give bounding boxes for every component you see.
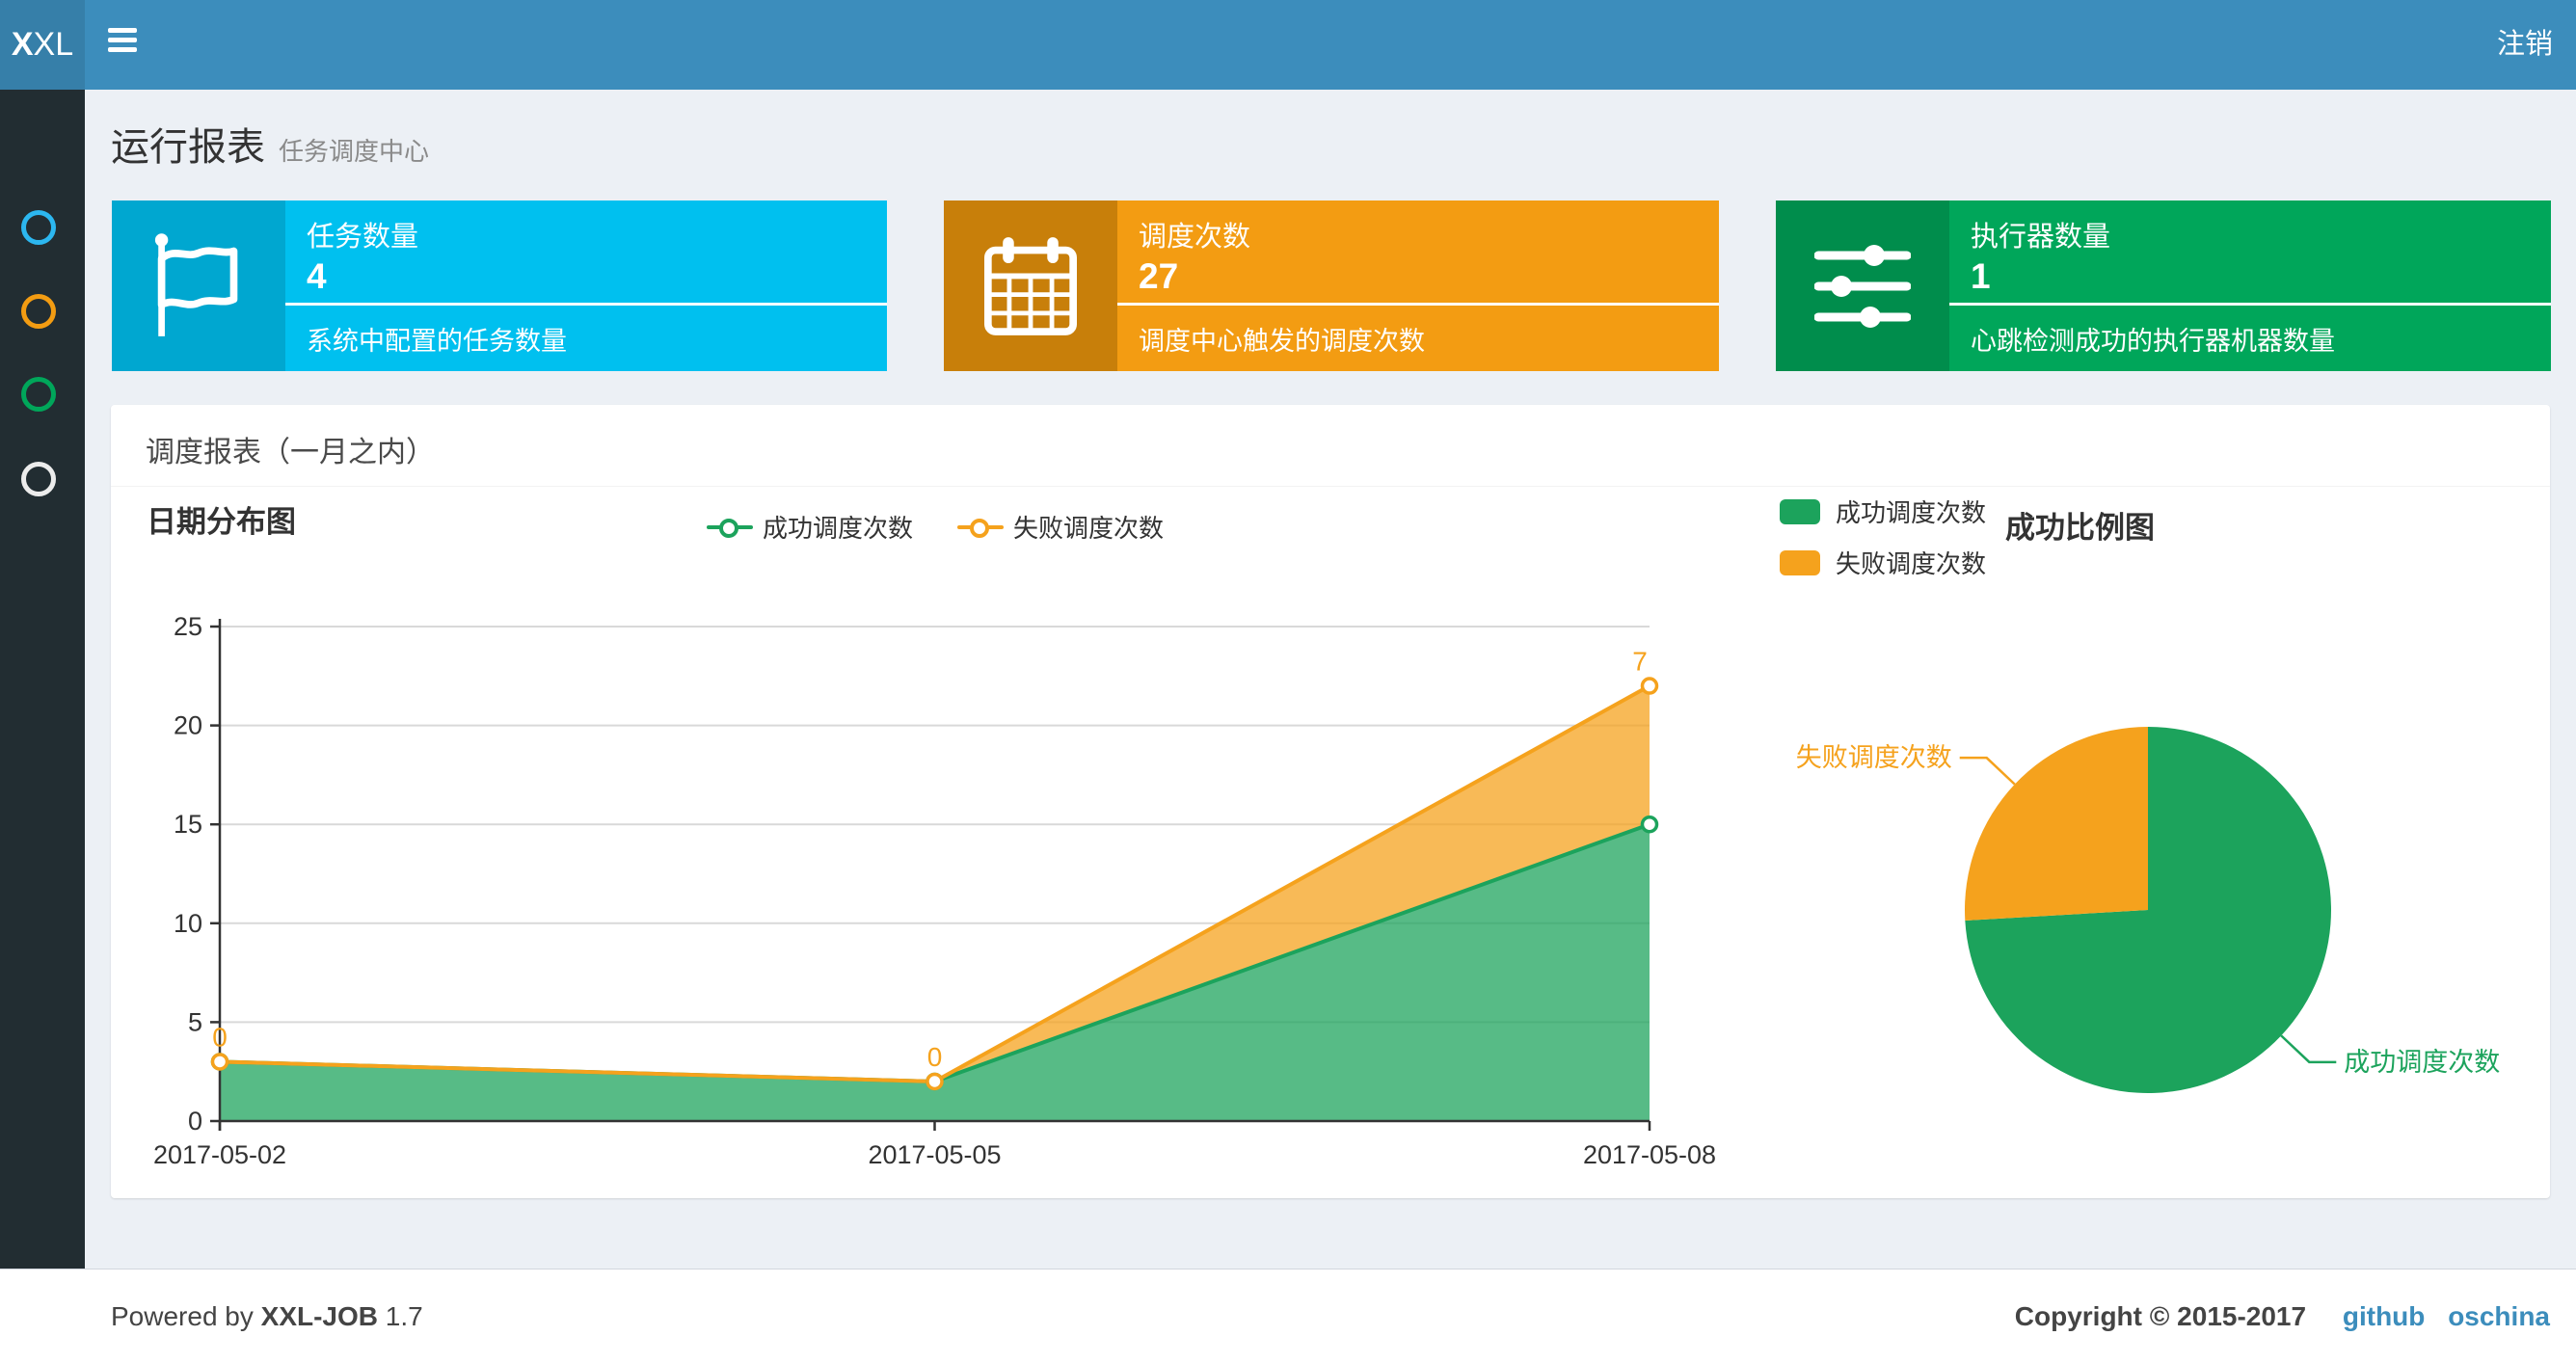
info-box-desc: 心跳检测成功的执行器机器数量 [1971, 327, 2335, 356]
divider [285, 303, 887, 306]
line-chart-title: 日期分布图 [147, 505, 296, 539]
info-box-body: 调度次数 27 调度中心触发的调度次数 [1117, 200, 1719, 371]
top-navbar: XXL 注销 [0, 0, 2576, 90]
line-chart-legend: 成功调度次数 失败调度次数 [707, 509, 1164, 545]
sidebar-item-job-log-icon[interactable] [21, 377, 56, 412]
info-box-value: 4 [307, 256, 327, 296]
flag-icon [112, 200, 285, 371]
legend-item-success[interactable]: 成功调度次数 [1780, 494, 1986, 529]
info-box-label: 任务数量 [307, 222, 419, 253]
info-box-triggers: 调度次数 27 调度中心触发的调度次数 [944, 200, 1719, 371]
panel-title: 调度报表（一月之内） [146, 437, 435, 468]
legend-line-marker [707, 518, 753, 538]
legend-label: 失败调度次数 [1013, 514, 1165, 543]
legend-label: 成功调度次数 [1836, 498, 1987, 527]
info-box-value: 27 [1139, 256, 1179, 296]
info-box-desc: 调度中心触发的调度次数 [1139, 327, 1425, 356]
page-subtitle: 任务调度中心 [279, 137, 430, 166]
sliders-icon [1776, 200, 1949, 371]
page-header: 运行报表 任务调度中心 [111, 116, 429, 172]
copyright-text: Copyright © 2015-2017 [2014, 1301, 2307, 1331]
pie-chart-title: 成功比例图 [2005, 511, 2155, 545]
legend-line-marker [957, 518, 1005, 538]
pie-chart-legend: 成功调度次数 失败调度次数 [1780, 494, 1986, 596]
legend-item-fail[interactable]: 失败调度次数 [957, 509, 1164, 545]
calendar-icon [944, 200, 1117, 371]
divider [1949, 303, 2551, 306]
info-box-value: 1 [1971, 256, 1991, 296]
divider [111, 486, 2550, 487]
info-box-body: 执行器数量 1 心跳检测成功的执行器机器数量 [1949, 200, 2551, 371]
logout-link[interactable]: 注销 [2497, 0, 2553, 90]
page-title: 运行报表 [111, 126, 265, 169]
legend-label: 失败调度次数 [1836, 549, 1987, 578]
product-version: 1.7 [385, 1301, 423, 1331]
divider [1117, 303, 1719, 306]
legend-swatch [1780, 549, 1820, 575]
github-link[interactable]: github [2343, 1301, 2426, 1331]
app-logo[interactable]: XXL [0, 0, 85, 90]
product-name: XXL-JOB [260, 1301, 379, 1331]
left-sidebar [0, 90, 85, 1363]
info-box-body: 任务数量 4 系统中配置的任务数量 [285, 200, 887, 371]
report-panel: 调度报表（一月之内） 日期分布图 成功调度次数 失败调度次数 成功调度次数 失败… [111, 405, 2550, 1198]
legend-item-fail[interactable]: 失败调度次数 [1780, 545, 1986, 580]
legend-item-success[interactable]: 成功调度次数 [707, 509, 913, 545]
sidebar-item-job-manage-icon[interactable] [21, 294, 56, 329]
sidebar-toggle-icon[interactable] [108, 28, 141, 63]
copyright: Copyright © 2015-2017 github oschina [2015, 1269, 2550, 1363]
info-box-jobs: 任务数量 4 系统中配置的任务数量 [112, 200, 887, 371]
page-footer: Powered by XXL-JOB 1.7 Copyright © 2015-… [0, 1269, 2576, 1363]
powered-by: Powered by XXL-JOB 1.7 [111, 1269, 423, 1363]
info-box-label: 执行器数量 [1971, 222, 2111, 253]
info-box-desc: 系统中配置的任务数量 [307, 327, 567, 356]
legend-label: 成功调度次数 [763, 514, 914, 543]
info-box-label: 调度次数 [1139, 222, 1251, 253]
logo-rest: XL [33, 26, 74, 63]
logo-bold: X [11, 26, 34, 63]
powered-by-text: Powered by [111, 1301, 254, 1331]
info-box-executors: 执行器数量 1 心跳检测成功的执行器机器数量 [1776, 200, 2551, 371]
sidebar-item-executor-icon[interactable] [21, 462, 56, 496]
sidebar-item-run-report-icon[interactable] [21, 210, 56, 245]
legend-swatch [1780, 498, 1820, 524]
oschina-link[interactable]: oschina [2448, 1301, 2550, 1331]
